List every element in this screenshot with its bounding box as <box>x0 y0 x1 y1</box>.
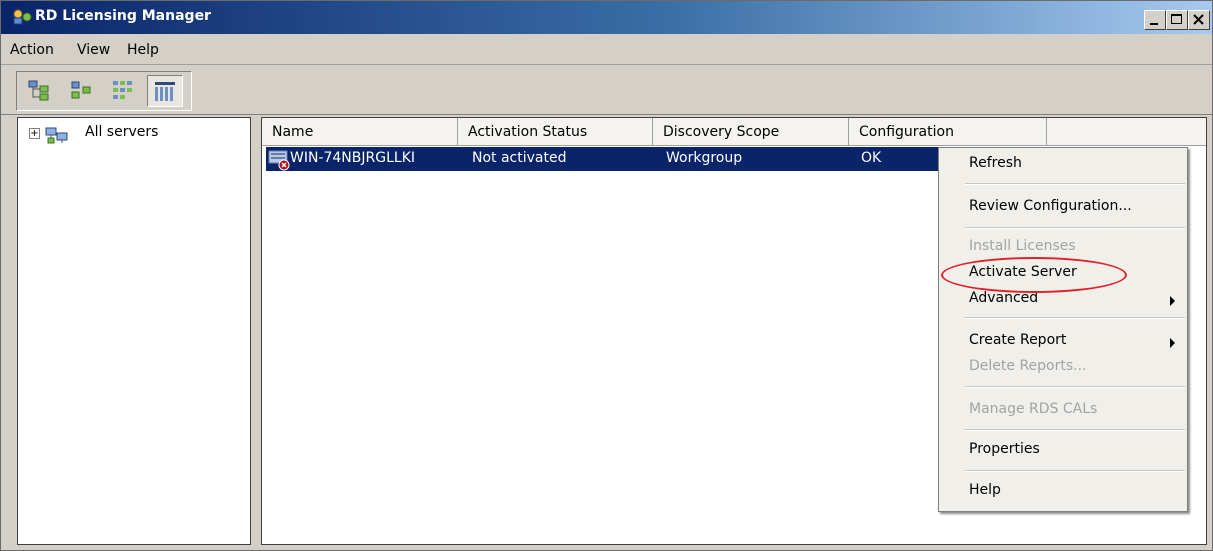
tree-expand-toggle[interactable]: + <box>29 128 40 139</box>
column-header-discovery-scope[interactable]: Discovery Scope <box>653 118 849 145</box>
table-row[interactable]: WIN-74NBJRGLLKI Not activated Workgroup … <box>266 147 1046 171</box>
servers-group-icon <box>44 124 70 146</box>
minimize-icon <box>1150 23 1158 25</box>
cell-activation-status: Not activated <box>472 150 567 166</box>
tree-view-icon <box>28 80 49 101</box>
menu-separator <box>965 227 1185 229</box>
menu-item-activate-server[interactable]: Activate Server <box>969 264 1077 280</box>
menu-separator <box>965 429 1185 431</box>
menu-separator <box>965 317 1185 319</box>
menu-item-create-report[interactable]: Create Report <box>969 332 1066 348</box>
menu-separator <box>965 470 1185 472</box>
menu-action[interactable]: Action <box>10 42 54 58</box>
menu-view[interactable]: View <box>77 42 110 58</box>
menu-separator <box>965 386 1185 388</box>
toolbar <box>1 66 1212 115</box>
window-title: RD Licensing Manager <box>35 8 211 24</box>
tree-item-all-servers[interactable]: All servers <box>82 123 161 141</box>
column-header-configuration[interactable]: Configuration <box>849 118 1047 145</box>
title-bar[interactable]: RD Licensing Manager <box>1 1 1212 34</box>
details-view-icon <box>155 82 175 101</box>
menu-item-properties[interactable]: Properties <box>969 441 1040 457</box>
menu-item-help[interactable]: Help <box>969 482 1001 498</box>
context-menu: Refresh Review Configuration... Install … <box>938 147 1188 512</box>
small-icons-button[interactable] <box>106 75 142 107</box>
tree-view-button[interactable] <box>22 75 58 107</box>
licensing-manager-icon <box>11 8 33 26</box>
close-button[interactable] <box>1188 10 1210 30</box>
menu-item-manage-rds-cals: Manage RDS CALs <box>969 401 1098 417</box>
small-icons-icon <box>113 81 132 99</box>
minimize-button[interactable] <box>1144 10 1166 30</box>
toolbar-view-group <box>16 71 192 111</box>
column-headers: Name Activation Status Discovery Scope C… <box>262 118 1206 146</box>
cell-discovery-scope: Workgroup <box>666 150 743 166</box>
menu-item-install-licenses: Install Licenses <box>969 238 1076 254</box>
menu-item-delete-reports: Delete Reports... <box>969 358 1087 374</box>
submenu-arrow-icon <box>1170 296 1175 306</box>
cell-server-name: WIN-74NBJRGLLKI <box>290 150 416 166</box>
maximize-button[interactable] <box>1166 10 1188 30</box>
large-icons-button[interactable] <box>64 75 100 107</box>
close-icon <box>1193 14 1204 25</box>
column-header-name[interactable]: Name <box>262 118 458 145</box>
cell-configuration: OK <box>861 150 882 166</box>
app-window: RD Licensing Manager Action View Help + … <box>0 0 1213 551</box>
menu-item-advanced[interactable]: Advanced <box>969 290 1038 306</box>
menu-help[interactable]: Help <box>127 42 159 58</box>
server-tree: + All servers <box>17 117 251 545</box>
large-icons-icon <box>71 81 91 99</box>
details-view-button[interactable] <box>147 75 183 107</box>
column-header-activation-status[interactable]: Activation Status <box>458 118 653 145</box>
menu-bar: Action View Help <box>1 36 1212 65</box>
menu-item-review-configuration[interactable]: Review Configuration... <box>969 198 1132 214</box>
menu-item-refresh[interactable]: Refresh <box>969 155 1022 171</box>
submenu-arrow-icon <box>1170 338 1175 348</box>
maximize-icon <box>1171 14 1182 24</box>
menu-separator <box>965 183 1185 185</box>
